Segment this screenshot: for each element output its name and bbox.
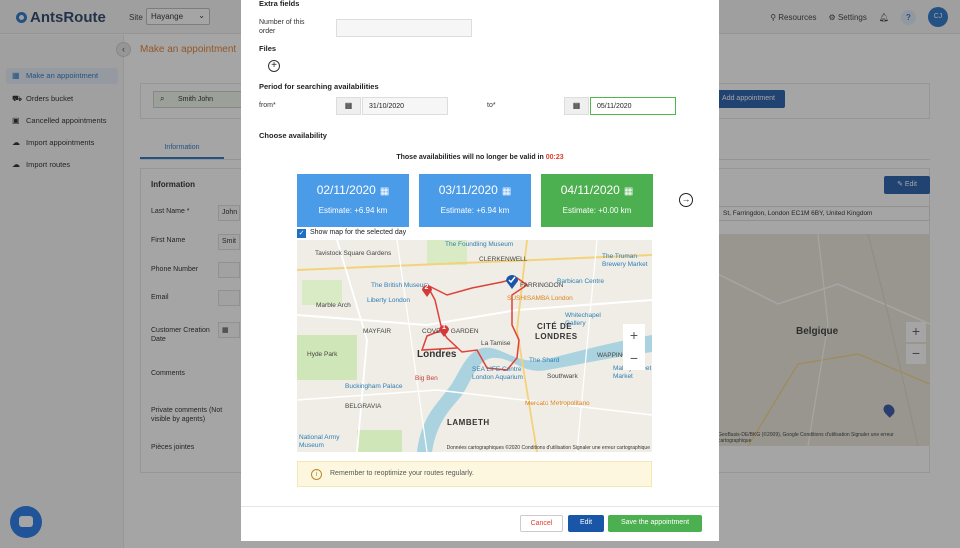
- period-heading: Period for searching availabilities: [259, 82, 379, 91]
- from-calendar-icon[interactable]: ▦: [336, 97, 361, 115]
- map-label-clerkenwell: CLERKENWELL: [479, 256, 528, 263]
- number-of-order-field[interactable]: [336, 19, 472, 37]
- pin-number: 2: [424, 284, 429, 291]
- day-card-estimate: Estimate: +6.94 km: [318, 206, 388, 215]
- show-map-checkbox[interactable]: ✓ Show map for the selected day: [297, 229, 406, 238]
- info-icon: i: [311, 469, 322, 480]
- from-label: from*: [259, 102, 276, 109]
- edit-button[interactable]: Edit: [568, 515, 604, 532]
- to-date-field[interactable]: 05/11/2020: [590, 97, 676, 115]
- day-card-estimate: Estimate: +6.94 km: [440, 206, 510, 215]
- modal-footer-divider: [241, 506, 719, 507]
- next-days-arrow-icon[interactable]: →: [679, 193, 693, 207]
- map-zoom-control: + −: [623, 324, 645, 370]
- map-label-marble-arch: Marble Arch: [316, 302, 351, 309]
- map-label-whitechapel: Whitechapel Gallery: [565, 312, 601, 327]
- map-label-belgravia: BELGRAVIA: [345, 403, 382, 410]
- map-label-londres: Londres: [417, 349, 457, 360]
- choose-availability-modal: Extra fields Number of this order Files …: [241, 0, 719, 541]
- map-label-londres-city: LONDRES: [535, 332, 578, 341]
- map-label-army-museum: National Army Museum: [299, 434, 340, 449]
- availability-day-card[interactable]: 03/11/2020 ▦ Estimate: +6.94 km: [419, 174, 531, 227]
- to-calendar-icon[interactable]: ▦: [564, 97, 589, 115]
- map-label-tamise: La Tamise: [481, 340, 511, 347]
- map-label-barbican: Barbican Centre: [557, 278, 604, 285]
- new-appointment-pin[interactable]: [505, 273, 518, 289]
- route-stop-pin[interactable]: 1: [438, 323, 450, 337]
- map-label-big-ben: Big Ben: [415, 375, 438, 382]
- map-label-sushisamba: SUSHISAMBA London: [507, 295, 573, 302]
- map-label-truman: The Truman Brewery Market: [602, 253, 648, 268]
- availability-day-card-selected[interactable]: 04/11/2020 ▦ Estimate: +0.00 km: [541, 174, 653, 227]
- route-stop-pin[interactable]: 2: [421, 283, 433, 297]
- map-credit: Données cartographiques ©2020 Conditions…: [446, 445, 650, 451]
- map-label-lambeth: LAMBETH: [447, 418, 490, 427]
- extra-fields-heading: Extra fields: [259, 0, 300, 8]
- checkbox-checked-icon: ✓: [297, 229, 306, 238]
- day-card-estimate: Estimate: +0.00 km: [562, 206, 632, 215]
- to-label: to*: [487, 102, 496, 109]
- files-heading: Files: [259, 44, 277, 53]
- route-map[interactable]: The Foundling Museum Tavistock Square Ga…: [297, 240, 652, 452]
- map-label-mayfair: MAYFAIR: [363, 328, 392, 335]
- validity-timer: 00:23: [545, 154, 564, 161]
- add-file-icon[interactable]: +: [268, 60, 280, 72]
- validity-message: Those availabilities will no longer be v…: [241, 154, 719, 161]
- calendar-icon: ▦: [379, 186, 390, 197]
- day-card-date: 02/11/2020: [316, 183, 376, 197]
- map-label-mercato: Mercato Metropolitano: [525, 400, 590, 407]
- map-label-tavistock: Tavistock Square Gardens: [315, 250, 392, 257]
- day-card-date: 03/11/2020: [438, 183, 498, 197]
- zoom-in-button[interactable]: +: [623, 324, 645, 347]
- day-card-date-row: 04/11/2020 ▦: [541, 183, 653, 197]
- map-label-buckingham: Buckingham Palace: [345, 383, 403, 390]
- map-label-shard: The Shard: [529, 357, 560, 364]
- day-card-date-row: 02/11/2020 ▦: [297, 183, 409, 197]
- save-appointment-button[interactable]: Save the appointment: [608, 515, 702, 532]
- map-label-hyde-park: Hyde Park: [307, 351, 338, 358]
- zoom-out-button[interactable]: −: [623, 347, 645, 370]
- from-date-field[interactable]: 31/10/2020: [362, 97, 448, 115]
- map-label-covent: COVENT GARDEN: [422, 328, 479, 335]
- availability-day-card[interactable]: 02/11/2020 ▦ Estimate: +6.94 km: [297, 174, 409, 227]
- choose-availability-heading: Choose availability: [259, 131, 327, 140]
- reminder-text: Remember to reoptimize your routes regul…: [330, 470, 474, 477]
- map-label-liberty: Liberty London: [367, 297, 411, 304]
- day-card-date-row: 03/11/2020 ▦: [419, 183, 531, 197]
- cancel-button[interactable]: Cancel: [520, 515, 563, 532]
- map-label-foundling: The Foundling Museum: [445, 241, 514, 248]
- reoptimize-reminder: i Remember to reoptimize your routes reg…: [297, 461, 652, 487]
- calendar-icon: ▦: [501, 186, 512, 197]
- validity-text: Those availabilities will no longer be v…: [396, 154, 544, 161]
- day-card-date: 04/11/2020: [560, 183, 620, 197]
- number-of-order-label: Number of this order: [259, 19, 305, 35]
- show-map-label: Show map for the selected day: [310, 229, 407, 236]
- pin-number: 1: [442, 324, 446, 331]
- calendar-icon: ▦: [623, 186, 634, 197]
- check-pin-icon: [506, 275, 518, 289]
- map-label-southwark: Southwark: [547, 373, 578, 380]
- map-label-sea-life: SEA LIFE Centre London Aquarium: [472, 366, 523, 381]
